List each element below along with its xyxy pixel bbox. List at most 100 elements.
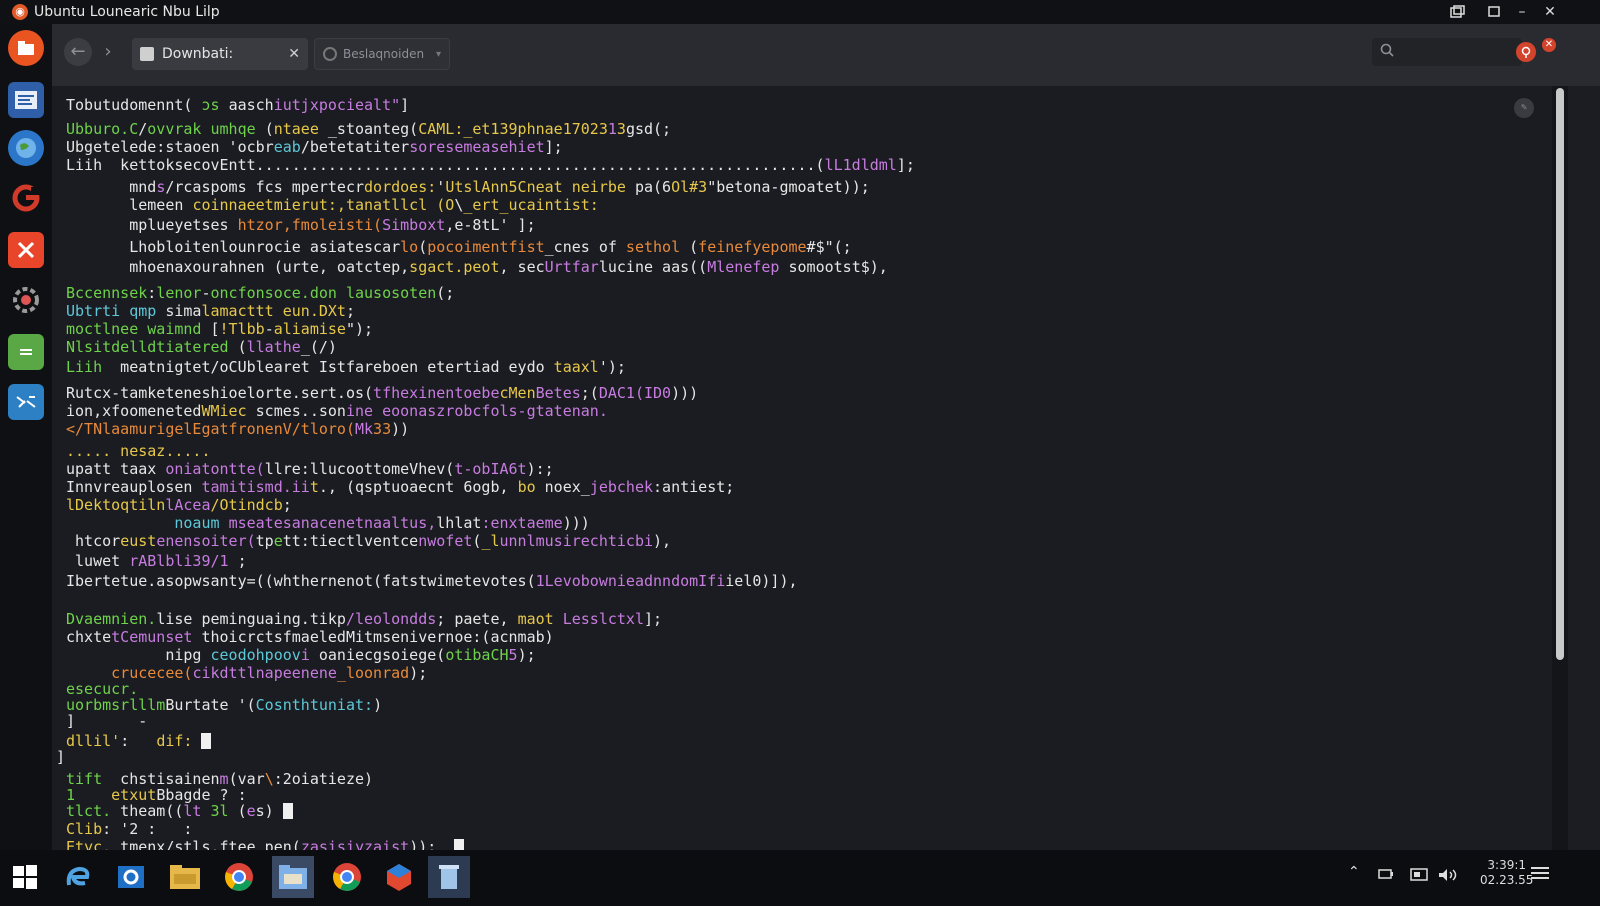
terminal-output[interactable]: ✎ Tobutudomennt( ɔs aaschiutjxpociealt"]…	[52, 86, 1552, 856]
terminal-text: ];	[896, 156, 915, 174]
terminal-line: Lhobloitenlounrocie asiatescarlo(pocoime…	[66, 238, 852, 256]
notifications-icon[interactable]	[1530, 866, 1550, 885]
chrome-icon[interactable]	[218, 856, 260, 898]
scrollbar-thumb[interactable]	[1556, 88, 1564, 660]
vertical-scrollbar[interactable]	[1552, 86, 1568, 850]
tab-downloads[interactable]: Downbati: ✕	[132, 38, 308, 70]
terminal-text: sima	[156, 302, 202, 320]
terminal-text: bo	[517, 478, 545, 496]
google-icon[interactable]	[8, 180, 44, 216]
app-store-icon[interactable]	[378, 856, 420, 898]
file-explorer-icon[interactable]	[164, 856, 206, 898]
terminal-line: ]	[56, 748, 65, 766]
terminal-text: ] -	[66, 712, 148, 730]
terminal-text: meatnigtet/oCUblearet Istfareboen eterti…	[102, 358, 554, 376]
edge-browser-icon[interactable]	[56, 856, 98, 898]
terminal-text: 1	[607, 120, 617, 138]
terminal-text: :	[120, 732, 157, 750]
outlook-icon[interactable]	[110, 856, 152, 898]
restore-icon[interactable]	[1444, 0, 1472, 24]
terminal-text: Betes	[535, 384, 581, 402]
terminal-text: dif:	[156, 732, 193, 750]
terminal-text: !Tlbb	[219, 320, 265, 338]
terminal-text: soresemeasehiet	[409, 138, 545, 156]
terminal-text: Urtfar	[544, 258, 599, 276]
terminal-text: ];	[644, 610, 663, 628]
terminal-text: Lhobloitenlounrocie asiatescar	[66, 238, 401, 256]
terminal-text: lise peminguaing.tikp	[156, 610, 346, 628]
terminal-text: Ubgetelede:staoen 'ocbr	[66, 138, 274, 156]
terminal-text: DAC1(ID0	[598, 384, 672, 402]
terminal-text: ]	[400, 96, 410, 114]
terminal-text: lo	[400, 238, 419, 256]
tray-expand-icon[interactable]: ⌃	[1348, 864, 1360, 880]
system-clock[interactable]: 3:39:1 02.23.55	[1480, 858, 1533, 888]
settings-gear-icon[interactable]	[8, 282, 44, 318]
terminal-text: theam((	[111, 802, 184, 820]
recycle-bin-icon[interactable]	[428, 856, 470, 898]
forward-arrow-icon[interactable]: ›	[94, 38, 122, 66]
terminal-text: tamitismd.ii	[201, 478, 310, 496]
chevron-down-icon[interactable]: ▾	[436, 49, 441, 60]
home-folder-icon[interactable]	[8, 30, 44, 66]
globe-icon[interactable]	[8, 130, 44, 166]
minimize-button[interactable]: –	[1508, 0, 1536, 24]
terminal-text: 5	[508, 646, 518, 664]
close-badge-icon[interactable]: ✕	[1542, 38, 1556, 52]
terminal-text: Mlenefep	[707, 258, 780, 276]
terminal-text: Bccennsek	[66, 284, 148, 302]
terminal-text: iutjxpociealt"	[273, 96, 401, 114]
terminal-text: ;	[228, 552, 247, 570]
terminal-text: mplueyetses	[66, 216, 238, 234]
terminal-text: :enxtaeme	[481, 514, 563, 532]
chrome-icon[interactable]	[326, 856, 368, 898]
terminal-text: (	[418, 238, 428, 256]
terminal-text: _stoanteg(	[327, 120, 419, 138]
terminal-text: ,e-8tL' ];	[445, 216, 536, 234]
terminal-text: Dvaemnien.	[66, 610, 157, 628]
loading-icon	[323, 47, 337, 61]
terminal-text: lemeen	[66, 196, 193, 214]
terminal-text: cMen	[499, 384, 536, 402]
text-editor-icon[interactable]	[8, 82, 44, 118]
maximize-icon[interactable]	[1480, 0, 1508, 24]
display-icon[interactable]	[1410, 868, 1428, 885]
tab-secondary[interactable]: Beslaqnoiden ▾	[314, 38, 450, 70]
terminal-text: pa(6	[625, 178, 672, 196]
close-button[interactable]: ✕	[1536, 0, 1564, 24]
window-title: Ubuntu Lounearic Nbu Lilp	[34, 4, 220, 20]
search-input[interactable]	[1372, 38, 1522, 66]
taskbar: ⌃ 3:39:1 02.23.55	[0, 850, 1600, 906]
terminal-text: tp	[255, 532, 274, 550]
terminal-line: Liih meatnigtet/oCUblearet Istfareboen e…	[66, 358, 626, 376]
folder-icon	[140, 47, 154, 61]
terminal-text: Cosnthtuniat:	[255, 696, 374, 714]
pin-icon[interactable]: ✎	[1514, 98, 1534, 118]
spreadsheet-icon[interactable]	[8, 334, 44, 370]
terminal-text: WMiec	[201, 402, 247, 420]
terminal-text: Clib	[66, 820, 103, 838]
terminal-text: ),	[653, 532, 672, 550]
terminal-text: /betetatiter	[300, 138, 410, 156]
terminal-text: maot	[517, 610, 554, 628]
terminal-text: )))	[562, 514, 590, 532]
terminal-line: Bccennsek:lenor-oncfonsoce.don lausosote…	[66, 284, 454, 302]
terminal-text: mhoenaxourahnen (urte, oatctep,	[66, 258, 410, 276]
terminal-text: lenor	[156, 284, 202, 302]
battery-icon[interactable]	[1378, 868, 1394, 883]
terminal-line: Ubtrti qmp simalamacttt eun.DXt;	[66, 302, 355, 320]
terminal-text: upatt taax	[66, 460, 166, 478]
terminal-text: /rcaspoms fcs mpertecr	[165, 178, 365, 196]
back-arrow-icon[interactable]: ←	[64, 38, 92, 66]
remote-desktop-icon[interactable]	[8, 384, 44, 420]
volume-icon[interactable]	[1438, 868, 1464, 885]
windows-start-icon[interactable]	[4, 856, 46, 898]
terminal-text: Burtate '(	[165, 696, 256, 714]
profile-icon[interactable]	[1516, 42, 1536, 62]
file-manager-icon[interactable]	[272, 856, 314, 898]
close-app-icon[interactable]	[8, 232, 44, 268]
terminal-text: eab	[273, 138, 301, 156]
terminal-text: /Otindcb	[210, 496, 283, 514]
tab-close-icon[interactable]: ✕	[288, 46, 300, 62]
